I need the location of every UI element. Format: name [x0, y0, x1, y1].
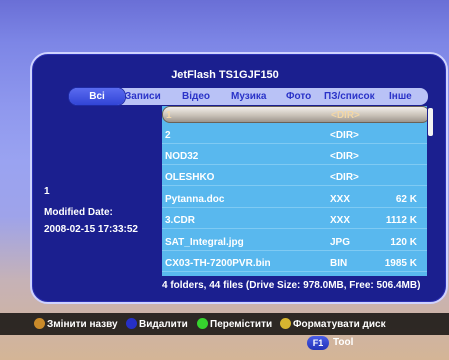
tab-software-list[interactable]: ПЗ/список: [324, 88, 375, 105]
hint-move-label: Перемістити: [210, 319, 273, 330]
f1-key-icon[interactable]: F1: [307, 336, 329, 350]
file-size: 1985 K: [384, 258, 417, 269]
list-item[interactable]: 1 <DIR>: [162, 106, 430, 123]
file-name: 3.CDR: [165, 215, 196, 226]
file-type: <DIR>: [331, 110, 360, 121]
hint-move[interactable]: Перемістити: [197, 318, 272, 330]
list-item[interactable]: SAT_Integral.jpg JPG 120 K: [162, 234, 430, 251]
yellow-button-icon: [280, 318, 291, 329]
file-size: 1112 K: [385, 215, 417, 226]
modified-date-value: 2008-02-15 17:33:52: [44, 224, 138, 235]
drive-summary: 4 folders, 44 files (Drive Size: 978.0MB…: [162, 280, 421, 291]
tab-all[interactable]: Всі: [69, 88, 125, 105]
file-name: 2: [165, 130, 171, 141]
hint-delete-label: Видалити: [139, 319, 188, 330]
scrollbar-thumb[interactable]: [428, 108, 433, 136]
file-size: 120 K: [390, 237, 417, 248]
window-title: JetFlash TS1GJF150: [171, 69, 279, 81]
tab-recordings[interactable]: Записи: [125, 88, 161, 105]
category-tabs: Всі Записи Відео Музика Фото ПЗ/список І…: [69, 88, 428, 105]
file-list-scrollbar[interactable]: [427, 106, 434, 276]
color-key-hint-bar: Змінити назву Видалити Перемістити Форма…: [0, 313, 449, 335]
file-type: JPG: [330, 237, 351, 248]
hint-format-label: Форматувати диск: [293, 319, 386, 330]
orange-button-icon: [34, 318, 45, 329]
modified-date-label: Modified Date:: [44, 207, 113, 218]
file-type: XXX: [330, 194, 351, 205]
file-type: BIN: [330, 258, 348, 269]
file-name: Pytanna.doc: [165, 194, 225, 205]
item-index: 1: [44, 186, 50, 197]
file-name: CX03-TH-7200PVR.bin: [165, 258, 271, 269]
file-type: XXX: [330, 215, 351, 226]
file-type: <DIR>: [330, 130, 359, 141]
tab-photo[interactable]: Фото: [286, 88, 311, 105]
tab-other[interactable]: Інше: [389, 88, 412, 105]
file-list: 1 <DIR> 2 <DIR> NOD32 <DIR> OLESHKO <DIR…: [162, 106, 430, 276]
list-item[interactable]: OLESHKO <DIR>: [162, 169, 430, 186]
file-size: 62 K: [395, 194, 417, 205]
list-item[interactable]: CX03-TH-7200PVR.bin BIN 1985 K: [162, 255, 430, 272]
green-button-icon: [197, 318, 208, 329]
hint-rename[interactable]: Змінити назву: [34, 318, 118, 330]
hint-rename-label: Змінити назву: [47, 319, 118, 330]
list-item[interactable]: 3.CDR XXX 1112 K: [162, 212, 430, 229]
tab-music[interactable]: Музика: [231, 88, 266, 105]
file-name: OLESHKO: [165, 172, 215, 183]
list-item[interactable]: 2 <DIR>: [162, 127, 430, 144]
file-name: NOD32: [165, 151, 199, 162]
file-name: 1: [166, 110, 172, 121]
blue-button-icon: [126, 318, 137, 329]
list-item[interactable]: NOD32 <DIR>: [162, 148, 430, 165]
file-name: SAT_Integral.jpg: [165, 237, 244, 248]
file-type: <DIR>: [330, 172, 359, 183]
tool-label: Tool: [333, 337, 354, 348]
tab-video[interactable]: Відео: [182, 88, 210, 105]
hint-format-disk[interactable]: Форматувати диск: [280, 318, 386, 330]
file-type: <DIR>: [330, 151, 359, 162]
list-item[interactable]: Pytanna.doc XXX 62 K: [162, 191, 430, 208]
hint-delete[interactable]: Видалити: [126, 318, 188, 330]
